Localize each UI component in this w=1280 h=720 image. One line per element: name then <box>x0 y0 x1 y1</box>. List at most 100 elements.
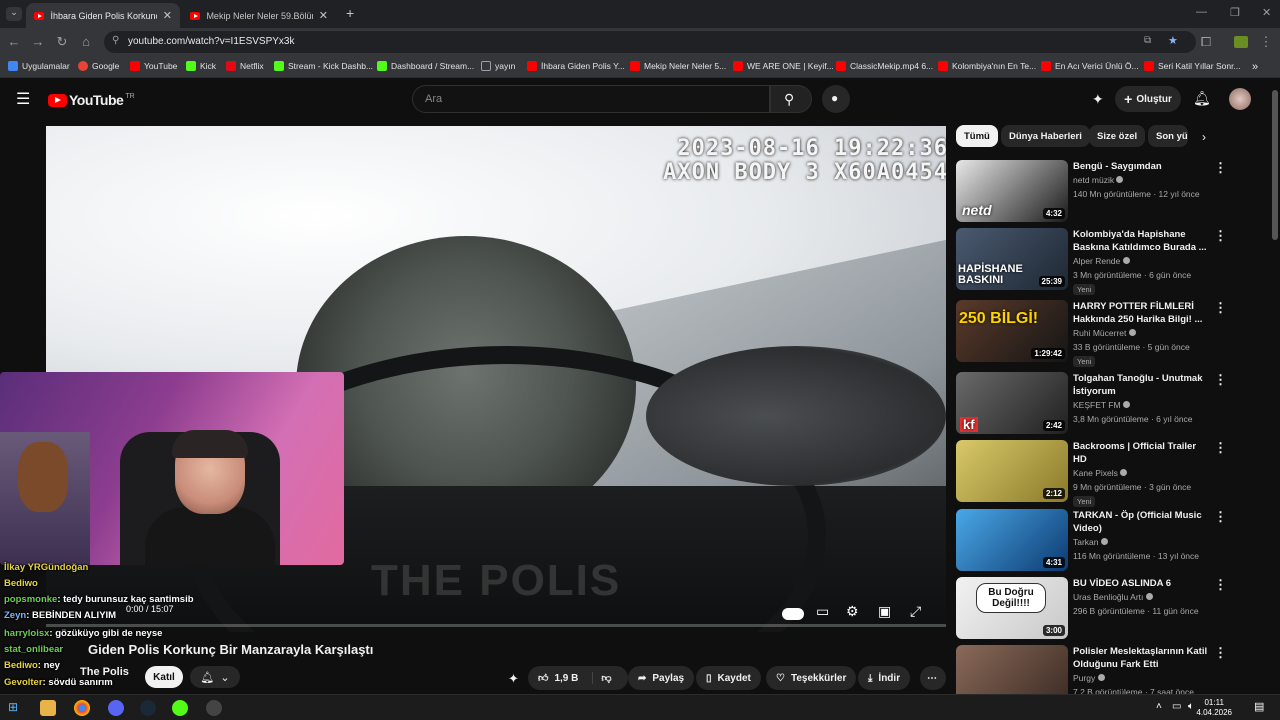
close-icon[interactable]: ✕ <box>163 9 172 22</box>
browser-tab[interactable]: Mekip Neler Neler 59.Bölüm Bu ✕ <box>182 3 336 28</box>
recommendation-card[interactable]: 250 BİLGİ! 1:29:42 HARRY POTTER FİLMLERİ H… <box>956 300 1256 367</box>
more-vertical-icon[interactable]: ⋮ <box>1214 228 1227 244</box>
video-title[interactable]: Polisler Meslektaşlarının Katil Olduğunu… <box>1073 645 1208 671</box>
recommendation-card[interactable]: 2:12 Backrooms | Official Trailer HD Kane … <box>956 440 1256 507</box>
hamburger-menu-icon[interactable]: ☰ <box>16 89 30 109</box>
channel-name[interactable]: Tarkan <box>1073 537 1108 547</box>
voice-search-button[interactable]: ● <box>822 85 850 113</box>
video-title[interactable]: Bengü - Saygımdan <box>1073 160 1208 173</box>
avatar[interactable] <box>1229 88 1251 110</box>
bookmark-star-icon[interactable]: ★ <box>1168 34 1178 47</box>
home-icon[interactable]: ⌂ <box>78 34 94 49</box>
autoplay-toggle[interactable] <box>782 608 804 620</box>
notification-center-icon[interactable]: ▤ <box>1254 700 1264 713</box>
steam-icon[interactable] <box>140 700 156 716</box>
download-button[interactable]: ⤓ İndir <box>858 666 911 690</box>
video-title[interactable]: HARRY POTTER FİLMLERİ Hakkında 250 Harik… <box>1073 300 1208 326</box>
channel-name[interactable]: Uras Benlioğlu Artı <box>1073 592 1153 602</box>
progress-bar[interactable] <box>46 624 946 627</box>
youtube-logo[interactable]: YouTube TR <box>48 92 135 108</box>
video-thumbnail[interactable]: HAPİSHANE BASKINI 25:39 <box>956 228 1068 290</box>
bookmark-item[interactable]: Google <box>78 61 119 71</box>
channel-name[interactable]: Alper Rende <box>1073 256 1130 266</box>
page-scrollbar[interactable] <box>1272 90 1278 240</box>
like-icon[interactable]: 👍︎ <box>538 672 548 684</box>
forward-icon[interactable]: → <box>30 34 46 49</box>
bookmark-item[interactable]: Uygulamalar <box>8 61 70 71</box>
video-thumbnail[interactable]: netd 4:32 <box>956 160 1068 222</box>
bookmark-item[interactable]: ClassicMekip.mp4 6... <box>836 61 933 71</box>
windows-start-icon[interactable]: ⊞ <box>8 700 24 716</box>
close-window-icon[interactable]: ✕ <box>1262 6 1271 19</box>
settings-gear-icon[interactable]: ⚙ <box>846 603 859 620</box>
tab-search-button[interactable]: ⌄ <box>6 7 22 21</box>
fullscreen-icon[interactable]: ⤢ <box>910 603 921 620</box>
video-thumbnail[interactable]: 2:12 <box>956 440 1068 502</box>
channel-name[interactable]: Purgy <box>1073 673 1105 683</box>
subscription-bell-button[interactable]: 🔔︎ ⌄ <box>190 666 240 688</box>
reload-icon[interactable]: ↻ <box>54 34 70 50</box>
network-icon[interactable]: ▭ <box>1172 701 1181 712</box>
video-title[interactable]: BU VİDEO ASLINDA 6 DAKİKA! <box>1073 577 1208 590</box>
chip-all[interactable]: Tümü <box>956 125 998 147</box>
video-title[interactable]: TARKAN - Öp (Official Music Video) <box>1073 509 1208 535</box>
gemini-icon[interactable]: ✦ <box>1092 91 1104 108</box>
theater-mode-icon[interactable]: ▣ <box>878 603 891 620</box>
browser-tab-active[interactable]: İhbara Giden Polis Korkunç Bir M ✕ <box>26 3 180 28</box>
like-count[interactable]: 1,9 B <box>554 673 578 684</box>
chip-world-news[interactable]: Dünya Haberleri <box>1001 125 1090 147</box>
extensions-icon[interactable]: ⧠ <box>1198 34 1214 50</box>
channel-name[interactable]: Ruhi Mücerret <box>1073 328 1136 338</box>
bookmark-item[interactable]: YouTube <box>130 61 177 71</box>
more-vertical-icon[interactable]: ⋮ <box>1214 440 1227 456</box>
obs-icon[interactable] <box>206 700 222 716</box>
bookmark-item[interactable]: En Acı Verici Ünlü Ö... <box>1041 61 1139 71</box>
save-button[interactable]: ▯ Kaydet <box>696 666 761 690</box>
channel-name[interactable]: Kane Pixels <box>1073 468 1128 478</box>
bookmark-item[interactable]: Kolombiya'nın En Te... <box>938 61 1036 71</box>
notifications-bell-icon[interactable]: 🔔︎ <box>1193 90 1211 107</box>
video-thumbnail[interactable]: 250 BİLGİ! 1:29:42 <box>956 300 1068 362</box>
chip-recent[interactable]: Son yü <box>1148 125 1188 147</box>
chevron-right-icon[interactable]: › <box>1202 130 1206 144</box>
video-title[interactable]: Kolombiya'da Hapishane Baskına Katıldım​… <box>1073 228 1208 254</box>
bookmark-item[interactable]: Dashboard / Stream... <box>377 61 474 71</box>
bookmark-item[interactable]: Netflix <box>226 61 264 71</box>
site-info-icon[interactable]: ⚲ <box>112 35 119 46</box>
subtitles-icon[interactable]: ▭ <box>816 603 829 620</box>
file-explorer-icon[interactable] <box>40 700 56 716</box>
chip-for-you[interactable]: Size özel <box>1089 125 1146 147</box>
back-icon[interactable]: ← <box>6 34 22 49</box>
thanks-button[interactable]: ♡ Teşekkürler <box>766 666 857 690</box>
more-bookmarks-icon[interactable]: » <box>1252 61 1258 73</box>
install-app-icon[interactable]: ⧉ <box>1144 35 1151 46</box>
chrome-icon[interactable] <box>74 700 90 716</box>
restore-icon[interactable]: ❐ <box>1230 6 1240 19</box>
bookmark-item[interactable]: WE ARE ONE | Keyif... <box>733 61 834 71</box>
taskbar-clock[interactable]: 01:11 4.04.2026 <box>1196 698 1232 718</box>
channel-name[interactable]: The Polis <box>80 666 129 678</box>
volume-icon[interactable]: 🔈︎ <box>1188 701 1194 712</box>
video-title[interactable]: Tolgahan Tanoğlu - Unutmak İstiyorum <box>1073 372 1208 398</box>
recommendation-card[interactable]: 4:31 TARKAN - Öp (Official Music Video) Ta… <box>956 509 1256 571</box>
bookmark-item[interactable]: Mekip Neler Neler 5... <box>630 61 726 71</box>
channel-name[interactable]: KEŞFET FM <box>1073 400 1130 410</box>
minimize-icon[interactable]: — <box>1196 6 1207 18</box>
bookmark-item[interactable]: İhbara Giden Polis Y... <box>527 61 625 71</box>
more-actions-button[interactable]: ⋯ <box>920 666 946 690</box>
bookmark-item[interactable]: Seri Katil Yıllar Sonr... <box>1144 61 1241 71</box>
search-button[interactable]: ⚲ <box>770 85 812 113</box>
recommendation-card[interactable]: kf 2:42 Tolgahan Tanoğlu - Unutmak İstiyor… <box>956 372 1256 434</box>
bookmark-folder[interactable]: yayın <box>481 61 515 71</box>
profile-icon[interactable] <box>1234 36 1248 48</box>
channel-name[interactable]: netd müzik <box>1073 175 1124 185</box>
more-vertical-icon[interactable]: ⋮ <box>1214 160 1227 176</box>
more-vertical-icon[interactable]: ⋮ <box>1214 372 1227 388</box>
share-button[interactable]: ➦ Paylaş <box>628 666 695 690</box>
video-thumbnail[interactable]: kf 2:42 <box>956 372 1068 434</box>
join-button[interactable]: Katıl <box>145 666 183 688</box>
dislike-icon[interactable]: 👎︎ <box>592 672 612 684</box>
recommendation-card[interactable]: HAPİSHANE BASKINI 25:39 Kolombiya'da Hapis… <box>956 228 1256 295</box>
new-tab-button[interactable]: + <box>346 5 354 21</box>
bookmark-item[interactable]: Kick <box>186 61 216 71</box>
